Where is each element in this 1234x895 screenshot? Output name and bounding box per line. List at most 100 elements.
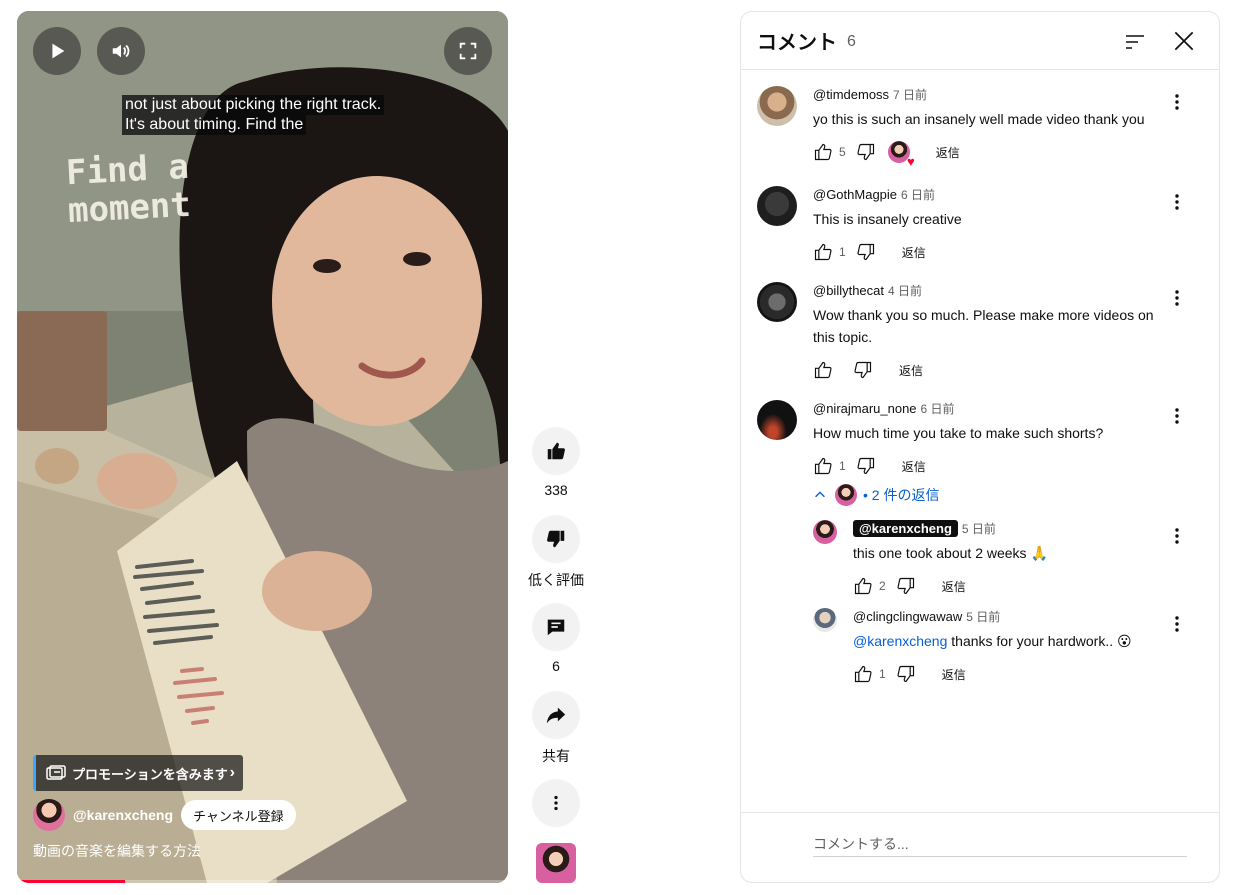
hide-replies-toggle[interactable]: • 2 件の返信 [813, 484, 939, 506]
fullscreen-icon [459, 42, 477, 60]
thumbs-down-icon [547, 530, 565, 548]
comments-title: コメント [757, 32, 837, 54]
channel-name[interactable]: @karenxcheng [73, 807, 173, 823]
sort-icon[interactable] [1123, 30, 1147, 54]
thumbs-up-icon[interactable] [853, 576, 873, 596]
like-count: 1 [839, 245, 846, 259]
comment-author[interactable]: @nirajmaru_none [813, 401, 917, 416]
avatar[interactable] [757, 400, 797, 440]
dislike-button[interactable] [532, 515, 580, 563]
subscribe-button[interactable]: チャンネル登録 [181, 800, 296, 830]
comment-time[interactable]: 4 日前 [888, 284, 922, 298]
avatar[interactable] [813, 520, 837, 544]
video-title[interactable]: 動画の音楽を編集する方法 [33, 841, 201, 861]
more-icon[interactable] [1169, 288, 1185, 308]
more-icon[interactable] [1169, 192, 1185, 212]
comments-panel: コメント 6 @timdemoss 7 日前 yo this is such an… [740, 11, 1220, 883]
progress-bar[interactable] [17, 880, 508, 883]
channel-row: @karenxcheng チャンネル登録 [33, 799, 296, 831]
fullscreen-button[interactable] [444, 27, 492, 75]
thumbs-up-icon[interactable] [813, 456, 833, 476]
avatar[interactable] [757, 282, 797, 322]
thumbs-down-icon[interactable] [856, 142, 876, 162]
more-icon [554, 795, 558, 811]
like-count: 5 [839, 145, 846, 159]
comment-text: How much time you take to make such shor… [813, 425, 1104, 441]
thumbs-down-icon[interactable] [896, 664, 916, 684]
comment-time[interactable]: 5 日前 [966, 610, 1000, 624]
comments-button[interactable] [532, 603, 580, 651]
more-button[interactable] [532, 779, 580, 827]
reply-button[interactable]: 返信 [936, 144, 960, 161]
comment-time[interactable]: 7 日前 [893, 88, 927, 102]
thumbs-down-icon[interactable] [853, 360, 873, 380]
comment-author[interactable]: @billythecat [813, 283, 884, 298]
comment-composer [741, 812, 1219, 882]
comment-author[interactable]: @clingclingwawaw [853, 609, 962, 624]
avatar[interactable] [757, 186, 797, 226]
reply-button[interactable]: 返信 [942, 666, 966, 683]
thumbs-down-icon[interactable] [896, 576, 916, 596]
thumbs-up-icon[interactable] [853, 664, 873, 684]
play-icon [52, 43, 65, 59]
comments-action: 6 [532, 603, 580, 674]
mention-link[interactable]: @karenxcheng [853, 633, 947, 649]
replies-count-label: 2 件の返信 [871, 487, 940, 503]
comment-text-body: thanks for your hardwork.. 😮 [947, 633, 1132, 649]
comment-count: 6 [552, 658, 560, 674]
thumbs-down-icon[interactable] [856, 242, 876, 262]
play-button[interactable] [33, 27, 81, 75]
comment-time[interactable]: 5 日前 [962, 522, 996, 536]
share-icon [546, 707, 566, 724]
caption-line-2: It's about timing. Find the [122, 115, 307, 135]
more-icon[interactable] [1169, 526, 1185, 546]
volume-button[interactable] [97, 27, 145, 75]
thumbs-up-icon[interactable] [813, 360, 833, 380]
comment-author[interactable]: @timdemoss [813, 87, 889, 102]
promo-icon [46, 765, 66, 780]
paid-promotion-badge[interactable]: プロモーションを含みます › [33, 755, 243, 791]
overlay-line-2: moment [67, 184, 192, 232]
comment-time[interactable]: 6 日前 [901, 188, 935, 202]
more-action [532, 779, 580, 827]
comment-input[interactable] [813, 831, 1187, 857]
creator-heart-badge [887, 141, 915, 169]
closed-caption: not just about picking the right track. … [122, 95, 385, 135]
creator-avatar-mini [835, 484, 857, 506]
thumbs-down-icon[interactable] [856, 456, 876, 476]
reply-button[interactable]: 返信 [899, 362, 923, 379]
thumbs-up-icon [547, 442, 565, 460]
thumbs-up-icon[interactable] [813, 242, 833, 262]
bullet-separator: • [863, 487, 872, 503]
chevron-up-icon [815, 491, 825, 498]
share-button[interactable] [532, 691, 580, 739]
avatar[interactable] [813, 608, 837, 632]
comment-time[interactable]: 6 日前 [921, 402, 955, 416]
comment-author[interactable]: @GothMagpie [813, 187, 897, 202]
comments-header: コメント 6 [741, 12, 1219, 70]
like-button[interactable] [532, 427, 580, 475]
thumbs-up-icon[interactable] [813, 142, 833, 162]
share-action: 共有 [532, 691, 580, 766]
comment-text: this one took about 2 weeks 🙏 [853, 545, 1048, 561]
reply-button[interactable]: 返信 [902, 458, 926, 475]
reply-button[interactable]: 返信 [942, 578, 966, 595]
more-icon[interactable] [1169, 92, 1185, 112]
avatar[interactable] [757, 86, 797, 126]
comment-text: Wow thank you so much. Please make more … [813, 307, 1154, 345]
audio-source-thumbnail[interactable] [536, 843, 576, 883]
shorts-page: Find a moment not just about picking the… [0, 0, 1234, 895]
more-icon[interactable] [1169, 614, 1185, 634]
like-action: 338 [532, 427, 580, 498]
more-icon[interactable] [1169, 406, 1185, 426]
video-player[interactable]: Find a moment not just about picking the… [17, 11, 508, 883]
close-icon[interactable] [1171, 28, 1197, 54]
promo-label: プロモーションを含みます [72, 766, 228, 782]
comment-icon [547, 619, 565, 636]
reply-button[interactable]: 返信 [902, 244, 926, 261]
like-count: 338 [544, 482, 568, 498]
comments-count: 6 [847, 33, 856, 50]
creator-handle-badge[interactable]: @karenxcheng [853, 520, 958, 537]
dislike-action: 低く評価 [528, 515, 584, 590]
channel-avatar[interactable] [33, 799, 65, 831]
